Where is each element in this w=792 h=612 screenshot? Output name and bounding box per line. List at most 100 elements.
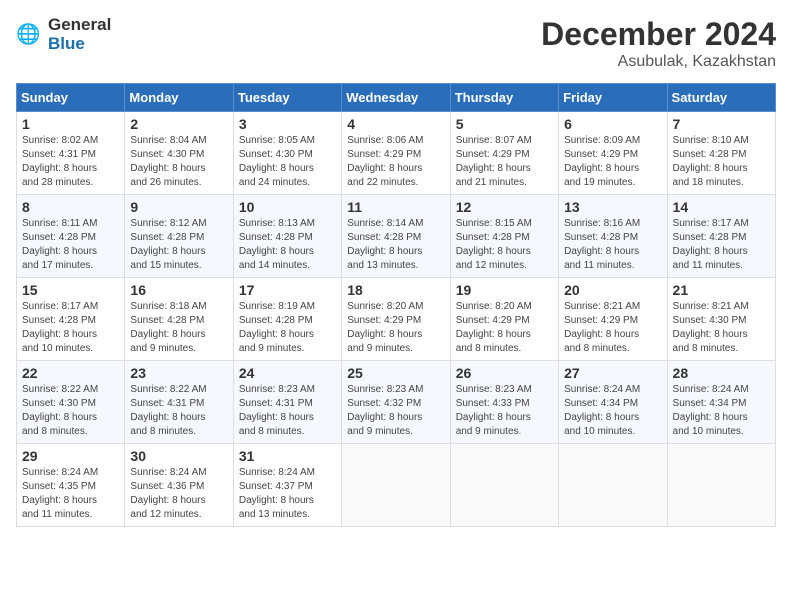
header-row: SundayMondayTuesdayWednesdayThursdayFrid… [17, 84, 776, 112]
day-number: 7 [673, 116, 770, 132]
day-info: Sunrise: 8:23 AM Sunset: 4:33 PM Dayligh… [456, 383, 553, 439]
calendar-cell: 19Sunrise: 8:20 AM Sunset: 4:29 PM Dayli… [450, 278, 558, 361]
calendar-table: SundayMondayTuesdayWednesdayThursdayFrid… [16, 83, 776, 527]
page-header: 🌐 General Blue December 2024 Asubulak, K… [16, 16, 776, 71]
day-number: 27 [564, 365, 661, 381]
day-number: 29 [22, 448, 119, 464]
calendar-cell: 26 Sunrise: 8:23 AM Sunset: 4:33 PM Dayli… [450, 361, 558, 444]
month-title: December 2024 [541, 16, 776, 53]
logo-icon: 🌐 [16, 21, 44, 49]
location: Asubulak, Kazakhstan [541, 53, 776, 71]
calendar-cell: 27 Sunrise: 8:24 AM Sunset: 4:34 PM Dayli… [559, 361, 667, 444]
col-header-sunday: Sunday [17, 84, 125, 112]
calendar-cell: 3 Sunrise: 8:05 AM Sunset: 4:30 PM Daylig… [233, 112, 341, 195]
day-number: 2 [130, 116, 227, 132]
calendar-cell: 22Sunrise: 8:22 AM Sunset: 4:30 PM Dayli… [17, 361, 125, 444]
day-number: 26 [456, 365, 553, 381]
day-info: Sunrise: 8:19 AM Sunset: 4:28 PM Dayligh… [239, 300, 336, 356]
calendar-cell [342, 444, 450, 527]
calendar-cell: 9Sunrise: 8:12 AM Sunset: 4:28 PM Daylig… [125, 195, 233, 278]
calendar-cell: 2 Sunrise: 8:04 AM Sunset: 4:30 PM Daylig… [125, 112, 233, 195]
calendar-cell: 14 Sunrise: 8:17 AM Sunset: 4:28 PM Dayli… [667, 195, 775, 278]
calendar-cell: 13 Sunrise: 8:16 AM Sunset: 4:28 PM Dayli… [559, 195, 667, 278]
calendar-cell: 23 Sunrise: 8:22 AM Sunset: 4:31 PM Dayli… [125, 361, 233, 444]
calendar-cell: 12 Sunrise: 8:15 AM Sunset: 4:28 PM Dayli… [450, 195, 558, 278]
day-number: 16 [130, 282, 227, 298]
day-number: 23 [130, 365, 227, 381]
week-row-5: 29 Sunrise: 8:24 AM Sunset: 4:35 PM Dayli… [17, 444, 776, 527]
calendar-cell: 1Sunrise: 8:02 AM Sunset: 4:31 PM Daylig… [17, 112, 125, 195]
day-number: 30 [130, 448, 227, 464]
day-number: 5 [456, 116, 553, 132]
calendar-cell: 20 Sunrise: 8:21 AM Sunset: 4:29 PM Dayli… [559, 278, 667, 361]
day-number: 19 [456, 282, 553, 298]
logo: 🌐 General Blue [16, 16, 111, 53]
day-number: 10 [239, 199, 336, 215]
calendar-cell: 4Sunrise: 8:06 AM Sunset: 4:29 PM Daylig… [342, 112, 450, 195]
day-info: Sunrise: 8:24 AM Sunset: 4:35 PM Dayligh… [22, 466, 119, 522]
calendar-cell [559, 444, 667, 527]
day-number: 12 [456, 199, 553, 215]
day-number: 31 [239, 448, 336, 464]
calendar-cell: 6Sunrise: 8:09 AM Sunset: 4:29 PM Daylig… [559, 112, 667, 195]
day-info: Sunrise: 8:05 AM Sunset: 4:30 PM Dayligh… [239, 134, 336, 190]
day-number: 3 [239, 116, 336, 132]
calendar-cell: 5 Sunrise: 8:07 AM Sunset: 4:29 PM Daylig… [450, 112, 558, 195]
col-header-friday: Friday [559, 84, 667, 112]
day-number: 15 [22, 282, 119, 298]
day-info: Sunrise: 8:18 AM Sunset: 4:28 PM Dayligh… [130, 300, 227, 356]
calendar-cell: 17Sunrise: 8:19 AM Sunset: 4:28 PM Dayli… [233, 278, 341, 361]
day-info: Sunrise: 8:17 AM Sunset: 4:28 PM Dayligh… [22, 300, 119, 356]
week-row-4: 22Sunrise: 8:22 AM Sunset: 4:30 PM Dayli… [17, 361, 776, 444]
day-info: Sunrise: 8:06 AM Sunset: 4:29 PM Dayligh… [347, 134, 444, 190]
calendar-cell: 25 Sunrise: 8:23 AM Sunset: 4:32 PM Dayli… [342, 361, 450, 444]
week-row-3: 15 Sunrise: 8:17 AM Sunset: 4:28 PM Dayli… [17, 278, 776, 361]
calendar-cell: 7Sunrise: 8:10 AM Sunset: 4:28 PM Daylig… [667, 112, 775, 195]
day-number: 28 [673, 365, 770, 381]
col-header-tuesday: Tuesday [233, 84, 341, 112]
day-info: Sunrise: 8:13 AM Sunset: 4:28 PM Dayligh… [239, 217, 336, 273]
day-info: Sunrise: 8:20 AM Sunset: 4:29 PM Dayligh… [347, 300, 444, 356]
day-info: Sunrise: 8:15 AM Sunset: 4:28 PM Dayligh… [456, 217, 553, 273]
day-number: 14 [673, 199, 770, 215]
day-info: Sunrise: 8:24 AM Sunset: 4:34 PM Dayligh… [564, 383, 661, 439]
day-info: Sunrise: 8:24 AM Sunset: 4:36 PM Dayligh… [130, 466, 227, 522]
day-info: Sunrise: 8:11 AM Sunset: 4:28 PM Dayligh… [22, 217, 119, 273]
day-info: Sunrise: 8:04 AM Sunset: 4:30 PM Dayligh… [130, 134, 227, 190]
day-number: 13 [564, 199, 661, 215]
col-header-saturday: Saturday [667, 84, 775, 112]
week-row-1: 1Sunrise: 8:02 AM Sunset: 4:31 PM Daylig… [17, 112, 776, 195]
col-header-wednesday: Wednesday [342, 84, 450, 112]
calendar-cell: 11 Sunrise: 8:14 AM Sunset: 4:28 PM Dayli… [342, 195, 450, 278]
calendar-cell [667, 444, 775, 527]
day-info: Sunrise: 8:23 AM Sunset: 4:31 PM Dayligh… [239, 383, 336, 439]
day-info: Sunrise: 8:16 AM Sunset: 4:28 PM Dayligh… [564, 217, 661, 273]
day-info: Sunrise: 8:23 AM Sunset: 4:32 PM Dayligh… [347, 383, 444, 439]
day-info: Sunrise: 8:14 AM Sunset: 4:28 PM Dayligh… [347, 217, 444, 273]
col-header-thursday: Thursday [450, 84, 558, 112]
day-number: 8 [22, 199, 119, 215]
day-info: Sunrise: 8:09 AM Sunset: 4:29 PM Dayligh… [564, 134, 661, 190]
day-number: 20 [564, 282, 661, 298]
day-number: 9 [130, 199, 227, 215]
calendar-cell: 10 Sunrise: 8:13 AM Sunset: 4:28 PM Dayli… [233, 195, 341, 278]
calendar-cell: 18Sunrise: 8:20 AM Sunset: 4:29 PM Dayli… [342, 278, 450, 361]
calendar-cell: 16 Sunrise: 8:18 AM Sunset: 4:28 PM Dayli… [125, 278, 233, 361]
day-number: 11 [347, 199, 444, 215]
day-info: Sunrise: 8:24 AM Sunset: 4:37 PM Dayligh… [239, 466, 336, 522]
day-info: Sunrise: 8:22 AM Sunset: 4:31 PM Dayligh… [130, 383, 227, 439]
calendar-cell [450, 444, 558, 527]
day-info: Sunrise: 8:17 AM Sunset: 4:28 PM Dayligh… [673, 217, 770, 273]
svg-text:🌐: 🌐 [16, 22, 40, 45]
calendar-cell: 21 Sunrise: 8:21 AM Sunset: 4:30 PM Dayli… [667, 278, 775, 361]
logo-blue: Blue [48, 34, 85, 53]
day-number: 21 [673, 282, 770, 298]
day-number: 24 [239, 365, 336, 381]
day-number: 25 [347, 365, 444, 381]
day-info: Sunrise: 8:21 AM Sunset: 4:30 PM Dayligh… [673, 300, 770, 356]
calendar-cell: 30 Sunrise: 8:24 AM Sunset: 4:36 PM Dayli… [125, 444, 233, 527]
day-info: Sunrise: 8:07 AM Sunset: 4:29 PM Dayligh… [456, 134, 553, 190]
day-info: Sunrise: 8:21 AM Sunset: 4:29 PM Dayligh… [564, 300, 661, 356]
day-info: Sunrise: 8:24 AM Sunset: 4:34 PM Dayligh… [673, 383, 770, 439]
calendar-cell: 8 Sunrise: 8:11 AM Sunset: 4:28 PM Daylig… [17, 195, 125, 278]
